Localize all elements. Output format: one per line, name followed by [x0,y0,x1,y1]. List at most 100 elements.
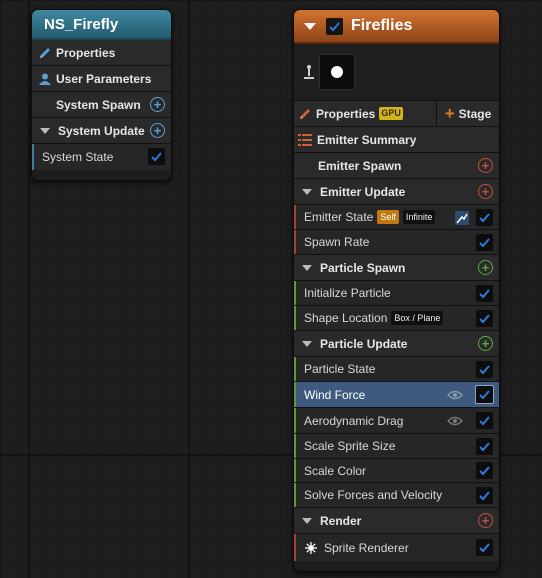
shape-location-label: Shape Location [304,311,388,325]
solve-forces-checkbox[interactable] [476,487,493,504]
eye-icon[interactable] [447,416,463,426]
checkmark-icon [479,238,490,248]
system-update-row[interactable]: System Update + [32,118,171,144]
checkmark-icon [479,314,490,324]
emitter-properties-row[interactable]: Properties GPU + Stage [294,101,499,127]
add-stage-button[interactable]: + Stage [436,101,499,126]
particle-state-module[interactable]: Particle State [294,357,499,382]
emitter-summary-label: Emitter Summary [317,132,417,147]
scale-sprite-size-label: Scale Sprite Size [304,439,396,453]
self-badge: Self [377,210,399,224]
emitter-thumbnail[interactable] [319,54,355,90]
sprite-renderer-label: Sprite Renderer [324,540,409,555]
wind-force-checkbox[interactable] [475,385,494,404]
emitter-state-checkbox[interactable] [476,209,493,226]
user-parameters-row[interactable]: User Parameters [32,66,171,92]
render-add-icon[interactable]: + [478,513,493,528]
system-state-row[interactable]: System State [32,144,171,170]
sprite-renderer-icon [305,541,317,554]
checkmark-icon [329,21,340,31]
emitter-spawn-row[interactable]: Emitter Spawn + [294,153,499,179]
aerodynamic-drag-checkbox[interactable] [476,412,493,429]
initialize-particle-module[interactable]: Initialize Particle [294,281,499,306]
render-label: Render [320,513,362,528]
infinite-badge: Infinite [402,210,436,224]
emitter-enabled-checkbox[interactable] [326,17,343,35]
collapse-arrow-icon[interactable] [302,188,312,195]
gpu-badge: GPU [379,107,403,120]
add-icon: + [444,103,455,123]
emitter-update-add-icon[interactable]: + [478,184,493,199]
scalability-icon [455,211,469,225]
user-parameters-label: User Parameters [56,71,152,86]
sprite-renderer-module[interactable]: Sprite Renderer [294,534,499,561]
scale-color-checkbox[interactable] [476,462,493,479]
solve-forces-module[interactable]: Solve Forces and Velocity [294,483,499,508]
spawn-rate-checkbox[interactable] [476,234,493,251]
pencil-icon [300,108,310,119]
emitter-state-label: Emitter State [304,210,374,224]
shape-location-module[interactable]: Shape Location Box / Plane [294,306,499,331]
collapse-arrow-icon[interactable] [302,264,312,271]
system-update-label: System Update [58,123,145,138]
system-node-header[interactable]: NS_Firefly [32,10,171,40]
sprite-renderer-checkbox[interactable] [476,539,493,556]
aerodynamic-drag-label: Aerodynamic Drag [304,413,404,428]
checkmark-icon [479,213,490,223]
collapse-arrow-icon[interactable] [302,340,312,347]
emitter-properties-label: Properties [316,106,376,121]
checkmark-icon [479,491,490,501]
list-icon [298,133,312,146]
collapse-arrow-icon[interactable] [302,517,312,524]
aerodynamic-drag-module[interactable]: Aerodynamic Drag [294,408,499,434]
checkmark-icon [151,152,162,162]
system-spawn-add-icon[interactable]: + [150,97,165,112]
scale-sprite-size-checkbox[interactable] [476,438,493,455]
system-state-label: System State [42,150,114,164]
spawn-rate-label: Spawn Rate [304,235,370,249]
system-spawn-row[interactable]: System Spawn + [32,92,171,118]
emitter-spawn-label: Emitter Spawn [318,158,402,173]
scale-sprite-size-module[interactable]: Scale Sprite Size [294,434,499,459]
emitter-title: Fireflies [351,17,413,34]
emitter-spawn-add-icon[interactable]: + [478,158,493,173]
emitter-node[interactable]: Fireflies Properties GPU + Stage Emitter… [293,9,500,572]
particle-update-add-icon[interactable]: + [478,336,493,351]
eye-icon[interactable] [447,390,463,400]
particle-state-checkbox[interactable] [476,361,493,378]
particle-update-row[interactable]: Particle Update + [294,331,499,357]
render-row[interactable]: Render + [294,508,499,534]
emitter-thumbnail-area [294,44,499,101]
collapse-arrow-icon[interactable] [40,127,50,134]
system-properties-row[interactable]: Properties [32,40,171,66]
particle-spawn-row[interactable]: Particle Spawn + [294,255,499,281]
emitter-summary-row[interactable]: Emitter Summary [294,127,499,153]
particle-update-label: Particle Update [320,336,408,351]
initialize-particle-checkbox[interactable] [476,285,493,302]
collapse-arrow-icon[interactable] [304,22,316,30]
particle-spawn-label: Particle Spawn [320,260,406,275]
pencil-icon [40,47,50,58]
scale-color-module[interactable]: Scale Color [294,459,499,483]
stage-label: Stage [458,106,492,121]
spawn-rate-module[interactable]: Spawn Rate [294,230,499,255]
checkmark-icon [479,390,490,400]
wind-force-label: Wind Force [304,387,366,402]
spawn-location-icon [304,65,314,79]
shape-location-checkbox[interactable] [476,310,493,327]
system-update-add-icon[interactable]: + [150,123,165,138]
system-state-checkbox[interactable] [148,148,165,165]
emitter-header[interactable]: Fireflies [294,10,499,44]
checkmark-icon [479,289,490,299]
system-spawn-label: System Spawn [56,97,141,112]
user-icon [39,73,51,85]
scale-color-label: Scale Color [304,463,367,478]
wind-force-module[interactable]: Wind Force [294,382,499,408]
emitter-update-row[interactable]: Emitter Update + [294,179,499,205]
checkmark-icon [479,543,490,553]
system-overview-node[interactable]: NS_Firefly Properties User Parameters Sy… [31,9,172,181]
emitter-state-module[interactable]: Emitter State Self Infinite [294,205,499,230]
particle-spawn-add-icon[interactable]: + [478,260,493,275]
checkmark-icon [479,365,490,375]
checkmark-icon [479,442,490,452]
